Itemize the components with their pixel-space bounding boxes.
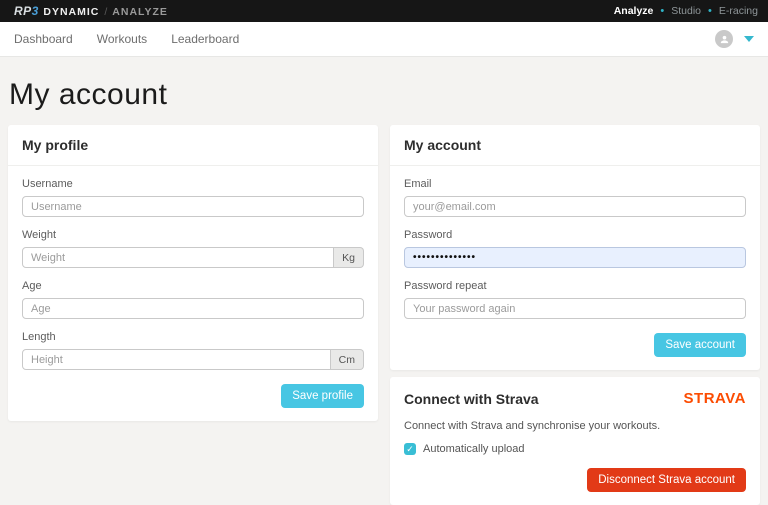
- main-navigation: Dashboard Workouts Leaderboard: [0, 22, 768, 57]
- length-unit-addon: Cm: [330, 349, 364, 370]
- product-switcher: Analyze • Studio • E-racing: [614, 5, 758, 17]
- auto-upload-label: Automatically upload: [423, 443, 525, 455]
- user-menu: [715, 30, 754, 48]
- password-input[interactable]: [404, 247, 746, 268]
- nav-links: Dashboard Workouts Leaderboard: [14, 32, 239, 46]
- bullet-separator-icon: •: [660, 4, 665, 17]
- product-link-analyze[interactable]: Analyze: [614, 5, 654, 17]
- my-account-card: My account Email Password Password repea…: [390, 125, 760, 370]
- account-button-row: Save account: [404, 333, 746, 357]
- strava-card-title: Connect with Strava: [404, 390, 539, 407]
- logo-rp-text: RP: [14, 4, 32, 18]
- rp3-logo[interactable]: RP3 DYNAMIC / ANALYZE: [14, 3, 168, 19]
- logo-analyze-text: ANALYZE: [112, 6, 168, 18]
- strava-logo: STRAVA: [683, 390, 746, 407]
- age-label: Age: [22, 280, 42, 292]
- username-input[interactable]: [22, 196, 364, 217]
- page-title: My account: [9, 78, 168, 111]
- save-profile-button[interactable]: Save profile: [281, 384, 364, 408]
- my-profile-title: My profile: [22, 137, 89, 153]
- logo-3-text: 3: [31, 4, 39, 18]
- length-label: Length: [22, 331, 56, 343]
- content-area: My profile Username Weight Kg Age Length…: [0, 125, 768, 505]
- password-label: Password: [404, 229, 453, 241]
- chevron-down-icon[interactable]: [744, 36, 754, 42]
- avatar[interactable]: [715, 30, 733, 48]
- top-app-bar: RP3 DYNAMIC / ANALYZE Analyze • Studio •…: [0, 0, 768, 22]
- logo-dynamic-text: DYNAMIC: [43, 6, 100, 18]
- right-column: My account Email Password Password repea…: [390, 125, 760, 505]
- bullet-separator-icon: •: [708, 4, 712, 17]
- disconnect-strava-button[interactable]: Disconnect Strava account: [587, 468, 746, 492]
- save-account-button[interactable]: Save account: [654, 333, 746, 357]
- logo-separator: /: [104, 6, 108, 18]
- user-icon: [720, 35, 728, 43]
- my-account-title: My account: [404, 137, 482, 153]
- password-repeat-input[interactable]: [404, 298, 746, 319]
- strava-button-row: Disconnect Strava account: [404, 468, 746, 492]
- product-link-eracing[interactable]: E-racing: [719, 5, 758, 17]
- email-label: Email: [404, 178, 432, 190]
- weight-label: Weight: [22, 229, 57, 241]
- strava-card: Connect with Strava STRAVA Connect with …: [390, 377, 760, 505]
- auto-upload-checkbox-row[interactable]: ✓ Automatically upload: [404, 443, 746, 455]
- left-column: My profile Username Weight Kg Age Length…: [8, 125, 378, 421]
- weight-input-group: Kg: [22, 247, 364, 268]
- my-profile-card-header: My profile: [8, 136, 378, 166]
- weight-input[interactable]: [22, 247, 335, 268]
- length-input-group: Cm: [22, 349, 364, 370]
- strava-description: Connect with Strava and synchronise your…: [404, 420, 661, 432]
- profile-button-row: Save profile: [22, 384, 364, 408]
- nav-item-workouts[interactable]: Workouts: [97, 32, 147, 46]
- product-link-studio[interactable]: Studio: [671, 5, 701, 17]
- nav-item-dashboard[interactable]: Dashboard: [14, 32, 73, 46]
- nav-item-leaderboard[interactable]: Leaderboard: [171, 32, 239, 46]
- my-profile-card: My profile Username Weight Kg Age Length…: [8, 125, 378, 421]
- weight-unit-addon: Kg: [334, 247, 364, 268]
- length-input[interactable]: [22, 349, 331, 370]
- strava-card-header: Connect with Strava STRAVA: [404, 388, 746, 407]
- username-label: Username: [22, 178, 73, 190]
- age-input[interactable]: [22, 298, 364, 319]
- checkbox-checked-icon[interactable]: ✓: [404, 443, 416, 455]
- email-input[interactable]: [404, 196, 746, 217]
- my-account-card-header: My account: [390, 136, 760, 166]
- password-repeat-label: Password repeat: [404, 280, 487, 292]
